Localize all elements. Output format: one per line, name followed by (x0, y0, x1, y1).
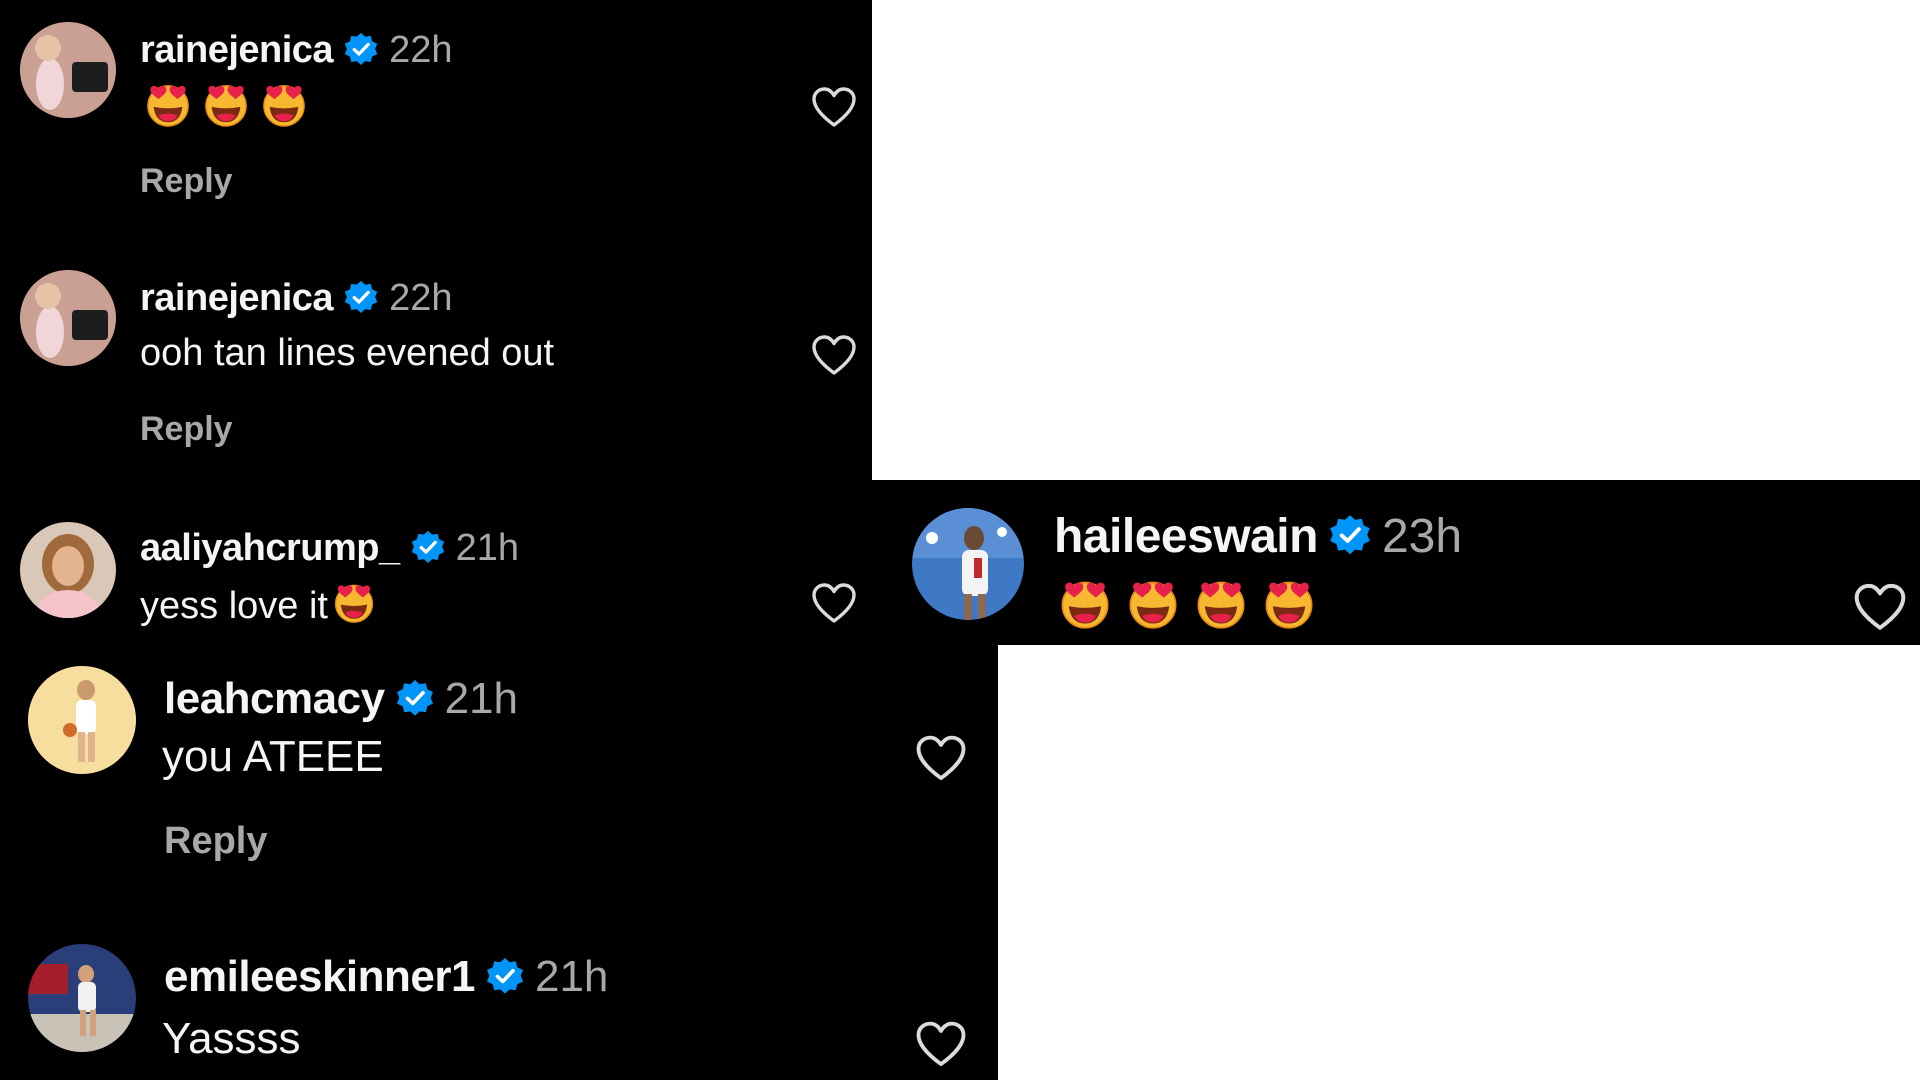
verified-badge-icon (343, 32, 379, 68)
verified-badge-icon (485, 957, 525, 997)
heart-eyes-emoji (332, 580, 376, 634)
comment-item: aaliyahcrump_ 21h yess love it (0, 510, 872, 640)
avatar[interactable] (28, 944, 136, 1052)
reply-button[interactable]: Reply (140, 162, 233, 201)
heart-eyes-emoji (1058, 576, 1112, 630)
comment-timestamp: 21h (534, 952, 609, 1001)
comment-text: Yassss (162, 1014, 301, 1063)
heart-eyes-emoji (202, 80, 250, 128)
like-heart-icon[interactable] (1852, 580, 1908, 636)
verified-badge-icon (343, 280, 379, 316)
comment-text: ooh tan lines evened out (140, 332, 555, 374)
comment-timestamp: 21h (444, 674, 518, 723)
comment-item: emileeskinner1 21h Yassss (0, 930, 998, 1080)
like-heart-icon[interactable] (810, 580, 858, 628)
avatar[interactable] (20, 22, 116, 118)
heart-eyes-emoji (1262, 576, 1316, 630)
comment-username[interactable]: aaliyahcrump_ (140, 527, 400, 570)
comment-text: you ATEEE (162, 732, 384, 781)
comment-username[interactable]: haileeswain (1054, 509, 1318, 564)
comment-username[interactable]: rainejenica (140, 277, 334, 320)
comment-item: rainejenica 22h ooh tan lines evened out… (0, 240, 872, 480)
like-heart-icon[interactable] (914, 732, 968, 786)
avatar[interactable] (28, 666, 136, 774)
comment-username[interactable]: leahcmacy (164, 674, 385, 724)
comment-timestamp: 22h (389, 28, 453, 71)
avatar[interactable] (912, 508, 1024, 620)
comment-timestamp: 23h (1381, 509, 1463, 563)
comment-text-row: yess love it (140, 580, 376, 634)
comment-item: leahcmacy 21h you ATEEE Reply (0, 660, 998, 880)
comment-item: haileeswain 23h (872, 480, 1920, 645)
heart-eyes-emoji (1126, 576, 1180, 630)
comment-text: yess love it (140, 585, 328, 627)
verified-badge-icon (410, 530, 446, 566)
avatar[interactable] (20, 522, 116, 618)
heart-eyes-emoji (260, 80, 308, 128)
reply-button[interactable]: Reply (140, 410, 233, 449)
comment-item: rainejenica 22h Reply (0, 0, 872, 240)
like-heart-icon[interactable] (914, 1018, 968, 1072)
heart-eyes-emoji (144, 80, 192, 128)
heart-eyes-emoji (1194, 576, 1248, 630)
comment-username[interactable]: emileeskinner1 (164, 952, 475, 1002)
reply-button[interactable]: Reply (164, 820, 267, 863)
verified-badge-icon (395, 679, 435, 719)
avatar[interactable] (20, 270, 116, 366)
verified-badge-icon (1328, 514, 1372, 558)
comment-username[interactable]: rainejenica (140, 29, 334, 72)
comment-timestamp: 22h (389, 276, 453, 319)
comment-timestamp: 21h (455, 526, 520, 569)
like-heart-icon[interactable] (810, 332, 858, 380)
like-heart-icon[interactable] (810, 84, 858, 132)
